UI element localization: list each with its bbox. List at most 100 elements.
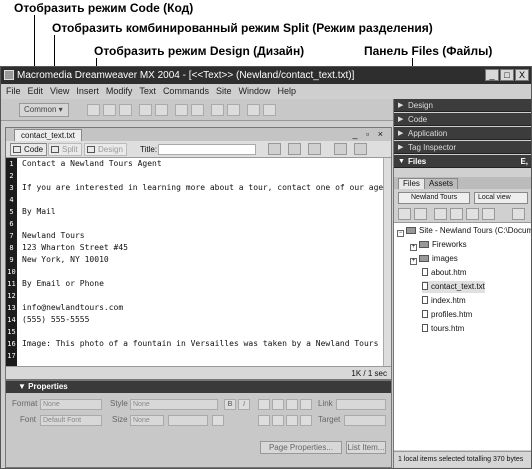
tree-file-tours[interactable]: tours.htm xyxy=(422,323,464,335)
bold-button[interactable]: B xyxy=(224,399,236,410)
browser-preview-icon[interactable] xyxy=(288,143,301,155)
date-icon[interactable] xyxy=(211,104,224,116)
align-center-icon[interactable] xyxy=(272,399,284,410)
table-icon[interactable] xyxy=(139,104,152,116)
outdent-icon[interactable] xyxy=(286,415,298,426)
tag-chooser-icon[interactable] xyxy=(263,104,276,116)
template-icon[interactable] xyxy=(247,104,260,116)
site-select[interactable]: Newland Tours xyxy=(398,192,470,204)
media-icon[interactable] xyxy=(191,104,204,116)
comment-icon[interactable] xyxy=(227,104,240,116)
menu-edit[interactable]: Edit xyxy=(28,84,44,99)
tree-file-profiles[interactable]: profiles.htm xyxy=(422,309,472,321)
document-status-bar: 1K / 1 sec xyxy=(6,366,391,379)
style-select[interactable]: None xyxy=(130,399,218,410)
minimize-button[interactable]: _ xyxy=(485,69,499,81)
title-label: Title: xyxy=(140,145,158,154)
panel-application-label: Application xyxy=(408,129,448,138)
code-view-button[interactable]: Code xyxy=(10,143,48,156)
layer-icon[interactable] xyxy=(155,104,168,116)
line-number: 11 xyxy=(7,280,16,288)
anchor-icon[interactable] xyxy=(119,104,132,116)
code-text: Newland Tours xyxy=(22,231,85,240)
target-select[interactable] xyxy=(344,415,386,426)
view-select[interactable]: Local view xyxy=(474,192,528,204)
image-icon[interactable] xyxy=(175,104,188,116)
get-files-icon[interactable] xyxy=(434,208,447,220)
code-line: 15 xyxy=(6,326,391,338)
tree-file-about[interactable]: about.htm xyxy=(422,267,467,279)
check-out-icon[interactable] xyxy=(466,208,479,220)
tree-label: contact_text.txt xyxy=(431,282,485,291)
panel-files-header[interactable]: ▼ Files E, xyxy=(394,155,531,168)
size-unit-select[interactable] xyxy=(168,415,208,426)
site-selector-row: Newland Tours Local view xyxy=(394,190,531,206)
tree-site-root[interactable]: − Site - Newland Tours (C:\Documen xyxy=(397,225,531,237)
tree-folder-images[interactable]: + images xyxy=(410,253,458,265)
tree-file-contact-text[interactable]: contact_text.txt xyxy=(422,281,485,293)
menu-help[interactable]: Help xyxy=(277,84,296,99)
menu-view[interactable]: View xyxy=(50,84,69,99)
files-options-menu[interactable]: E, xyxy=(520,155,528,168)
design-view-icon xyxy=(87,146,95,153)
code-line: 4 xyxy=(6,194,391,206)
view-options-icon[interactable] xyxy=(334,143,347,155)
page-properties-button[interactable]: Page Properties... xyxy=(260,441,342,454)
tree-label: images xyxy=(432,254,458,263)
code-view-label: Code xyxy=(24,145,44,154)
panel-application-header[interactable]: ▶ Application xyxy=(394,127,531,140)
italic-button[interactable]: I xyxy=(238,399,250,410)
menu-insert[interactable]: Insert xyxy=(76,84,99,99)
menu-site[interactable]: Site xyxy=(216,84,232,99)
hyperlink-icon[interactable] xyxy=(87,104,100,116)
menu-file[interactable]: File xyxy=(6,84,21,99)
document-window-controls[interactable]: _ ▫ × xyxy=(353,128,386,140)
code-view-editor[interactable]: 1 Contact a Newland Tours Agent 2 3 If you… xyxy=(6,158,391,366)
tab-assets[interactable]: Assets xyxy=(424,178,459,189)
list-item-button[interactable]: List Item... xyxy=(346,441,386,454)
reference-icon[interactable] xyxy=(354,143,367,155)
connect-icon[interactable] xyxy=(398,208,411,220)
split-view-button[interactable]: Split xyxy=(48,143,82,156)
target-label: Target xyxy=(318,415,341,424)
menu-window[interactable]: Window xyxy=(238,84,270,99)
unordered-list-icon[interactable] xyxy=(258,415,270,426)
panel-code-header[interactable]: ▶ Code xyxy=(394,113,531,126)
check-in-icon[interactable] xyxy=(482,208,495,220)
put-files-icon[interactable] xyxy=(450,208,463,220)
panel-design-label: Design xyxy=(408,101,433,110)
font-select[interactable]: Default Font xyxy=(40,415,102,426)
align-left-icon[interactable] xyxy=(258,399,270,410)
refresh-icon[interactable] xyxy=(308,143,321,155)
close-button[interactable]: X xyxy=(515,69,529,81)
restore-button[interactable]: □ xyxy=(500,69,514,81)
align-right-icon[interactable] xyxy=(286,399,298,410)
size-select[interactable]: None xyxy=(130,415,164,426)
insert-category-dropdown[interactable]: Common ▾ xyxy=(19,103,69,117)
size-label: Size xyxy=(112,415,128,424)
expand-panel-icon[interactable] xyxy=(512,208,525,220)
panel-design-header[interactable]: ▶ Design xyxy=(394,99,531,112)
editor-scrollbar[interactable] xyxy=(383,158,391,366)
indent-icon[interactable] xyxy=(300,415,312,426)
properties-panel-header[interactable]: ▼ Properties xyxy=(6,381,391,393)
file-management-icon[interactable] xyxy=(268,143,281,155)
menu-commands[interactable]: Commands xyxy=(163,84,209,99)
format-select[interactable]: None xyxy=(40,399,102,410)
menu-text[interactable]: Text xyxy=(139,84,156,99)
menu-modify[interactable]: Modify xyxy=(106,84,133,99)
document-title-input[interactable] xyxy=(158,144,256,155)
link-input[interactable] xyxy=(336,399,386,410)
document-tab[interactable]: contact_text.txt xyxy=(14,129,82,141)
ordered-list-icon[interactable] xyxy=(272,415,284,426)
text-color-icon[interactable] xyxy=(212,415,224,426)
design-view-button[interactable]: Design xyxy=(84,143,127,156)
justify-icon[interactable] xyxy=(300,399,312,410)
panel-tag-inspector-header[interactable]: ▶ Tag Inspector xyxy=(394,141,531,154)
tree-file-index[interactable]: index.htm xyxy=(422,295,466,307)
html-file-icon xyxy=(422,268,428,276)
tree-folder-fireworks[interactable]: + Fireworks xyxy=(410,239,467,251)
tab-files[interactable]: Files xyxy=(398,178,425,189)
email-link-icon[interactable] xyxy=(103,104,116,116)
refresh-icon[interactable] xyxy=(414,208,427,220)
